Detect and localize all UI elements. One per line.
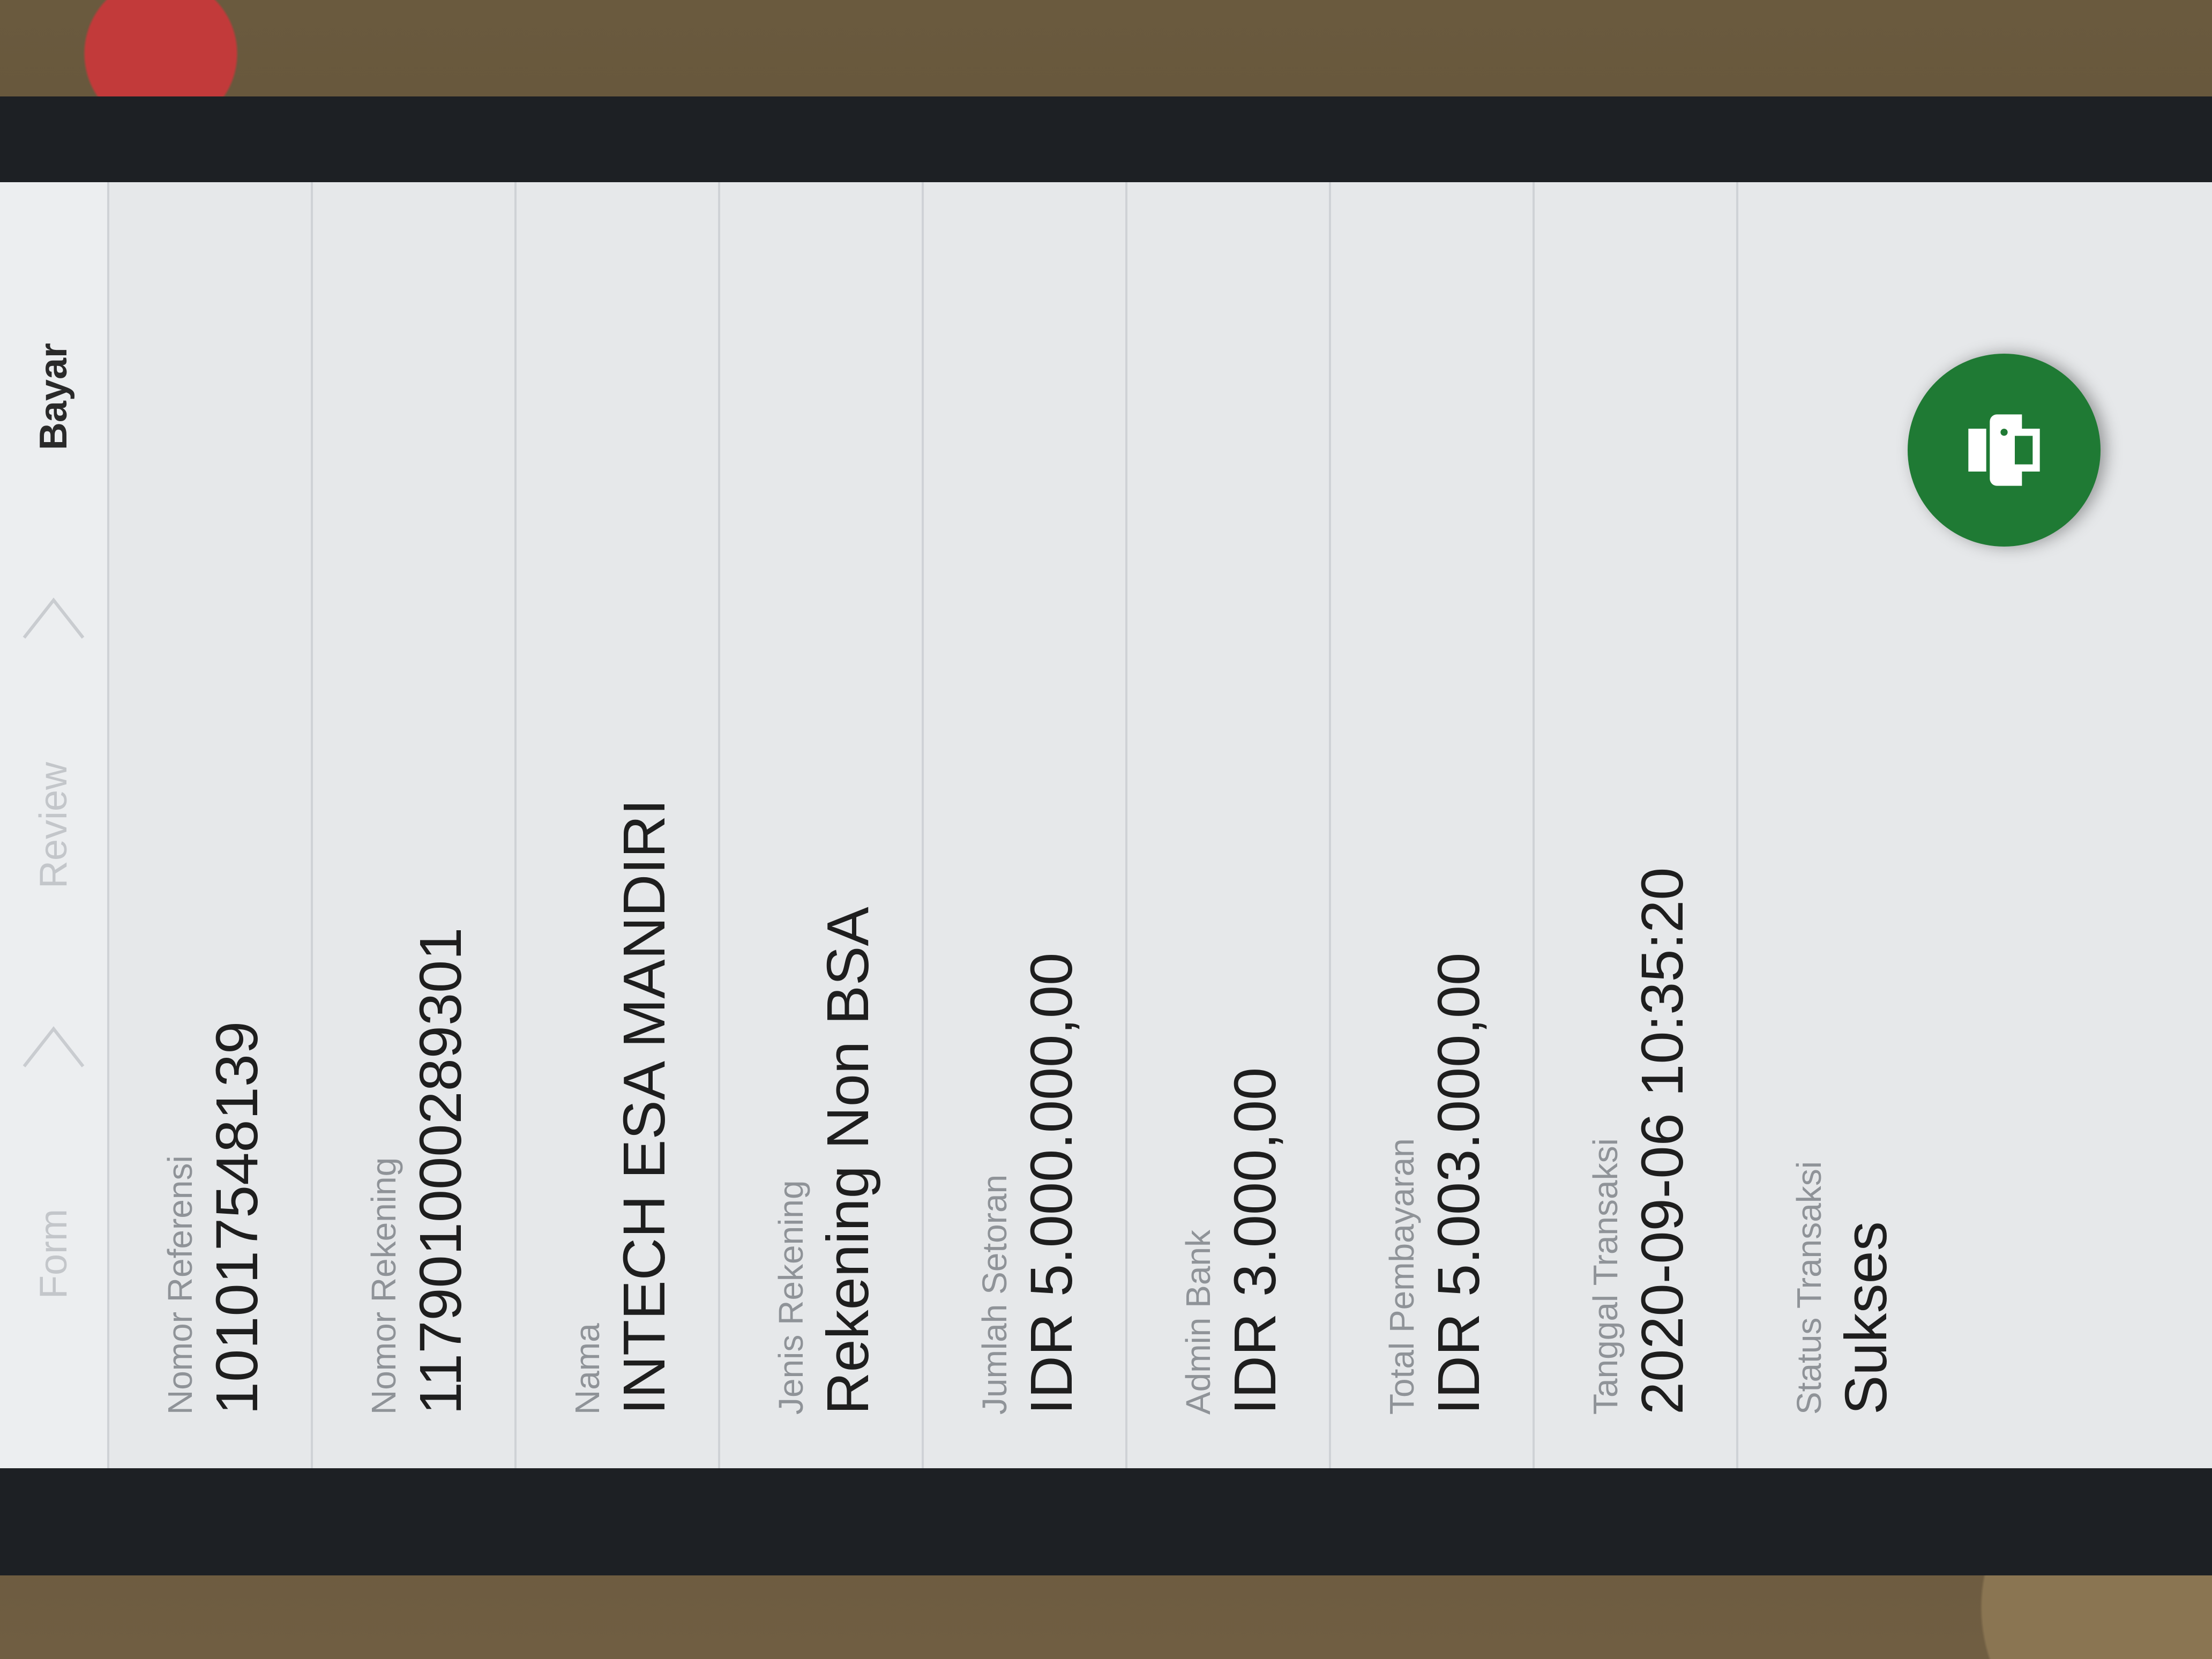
step-label: Form — [32, 1209, 75, 1299]
detail-value: IDR 5.000.000,00 — [1019, 952, 1085, 1415]
detail-value: INTECH ESA MANDIRI — [611, 798, 677, 1415]
detail-value: 101017548139 — [204, 1021, 270, 1415]
detail-row-reference: Nomor Referensi 101017548139 — [109, 182, 313, 1468]
detail-label: Nomor Referensi — [161, 1155, 199, 1415]
payment-receipt-app: Form Review Bayar Nomor Referensi 101017… — [0, 182, 2212, 1468]
print-button[interactable] — [1908, 354, 2101, 547]
detail-row-account-type: Jenis Rekening Rekening Non BSA — [720, 182, 924, 1468]
detail-row-name: Nama INTECH ESA MANDIRI — [517, 182, 720, 1468]
detail-label: Nomor Rekening — [364, 1157, 403, 1415]
detail-row-admin-fee: Admin Bank IDR 3.000,00 — [1127, 182, 1331, 1468]
detail-value: IDR 3.000,00 — [1222, 1067, 1288, 1415]
detail-row-account-number: Nomor Rekening 117901000289301 — [313, 182, 517, 1468]
detail-value: IDR 5.003.000,00 — [1426, 952, 1492, 1415]
step-form: Form — [0, 1026, 107, 1468]
detail-row-transaction-date: Tanggal Transaksi 2020-09-06 10:35:20 — [1535, 182, 1738, 1468]
detail-label: Tanggal Transaksi — [1586, 1138, 1625, 1415]
detail-label: Nama — [568, 1323, 607, 1415]
detail-label: Jumlah Setoran — [975, 1174, 1014, 1415]
detail-label: Status Transaksi — [1790, 1161, 1828, 1415]
detail-value: 2020-09-06 10:35:20 — [1630, 867, 1695, 1415]
detail-value: 117901000289301 — [408, 927, 474, 1415]
phone-screen: Form Review Bayar Nomor Referensi 101017… — [0, 182, 2212, 1468]
transaction-details: Nomor Referensi 101017548139 Nomor Reken… — [109, 182, 1942, 1468]
detail-row-total-payment: Total Pembayaran IDR 5.003.000,00 — [1331, 182, 1535, 1468]
detail-label: Total Pembayaran — [1382, 1138, 1421, 1415]
stepper: Form Review Bayar — [0, 182, 109, 1468]
detail-row-deposit-amount: Jumlah Setoran IDR 5.000.000,00 — [924, 182, 1127, 1468]
step-review: Review — [0, 597, 107, 1040]
printer-icon — [1968, 414, 2040, 486]
step-label: Bayar — [32, 342, 75, 451]
detail-label: Admin Bank — [1179, 1229, 1217, 1415]
detail-label: Jenis Rekening — [772, 1180, 810, 1415]
detail-value: Sukses — [1833, 1221, 1899, 1415]
detail-row-transaction-status: Status Transaksi Sukses — [1738, 182, 1942, 1468]
step-label: Review — [32, 761, 75, 889]
step-bayar: Bayar — [0, 182, 107, 611]
detail-value: Rekening Non BSA — [815, 907, 881, 1415]
